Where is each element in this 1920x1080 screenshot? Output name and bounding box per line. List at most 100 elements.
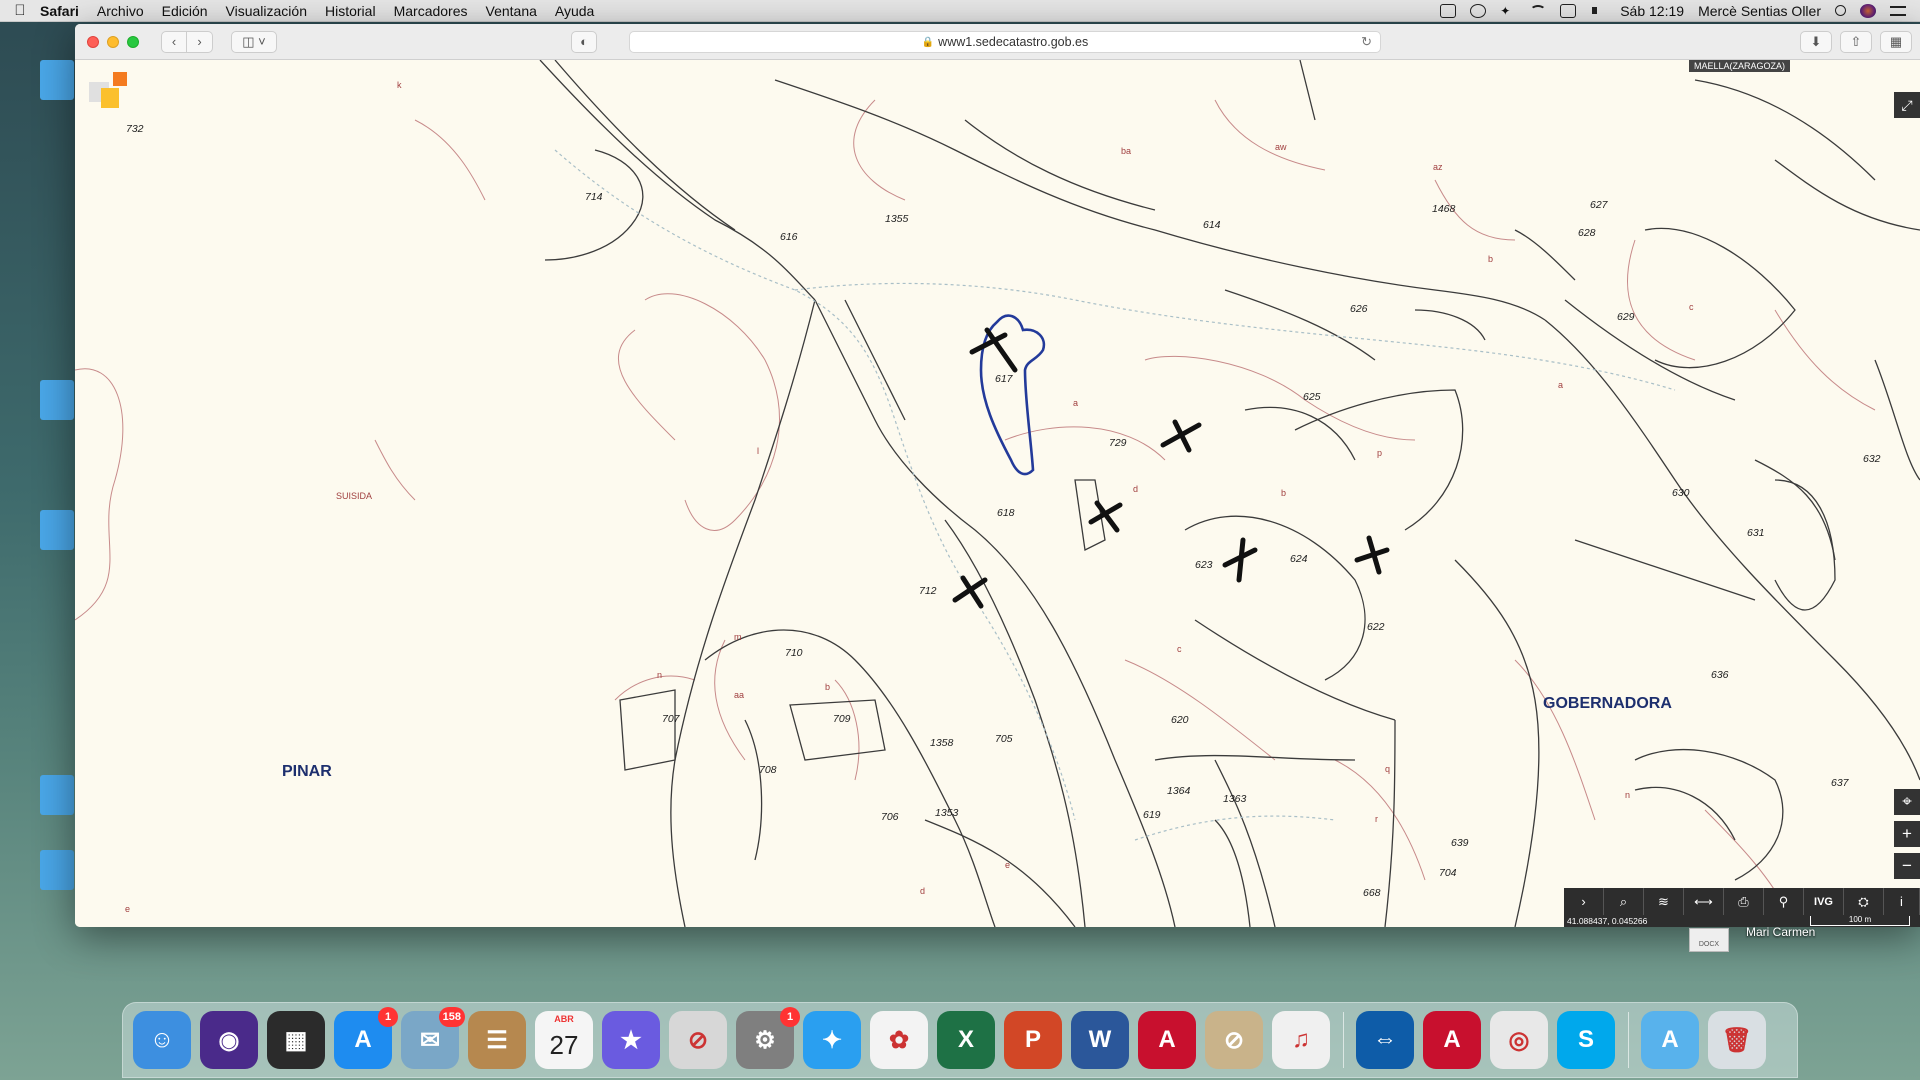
dock-acrobat-reader-icon[interactable]: A bbox=[1423, 1011, 1481, 1069]
measure-button[interactable]: ⟷ bbox=[1684, 888, 1724, 915]
desktop-folder-icon[interactable] bbox=[40, 850, 74, 890]
forward-button[interactable]: › bbox=[187, 30, 213, 53]
dock-system-preferences-icon[interactable]: ⚙ 1 bbox=[736, 1007, 800, 1069]
dock-itunes-icon[interactable]: ♫ bbox=[1272, 1011, 1330, 1069]
menu-historial[interactable]: Historial bbox=[325, 3, 376, 19]
parcel-label: 619 bbox=[1143, 809, 1161, 821]
subparcel-letter: d bbox=[920, 886, 925, 896]
desktop-docx-file-icon[interactable]: DOCX bbox=[1689, 928, 1729, 952]
menu-ayuda[interactable]: Ayuda bbox=[555, 3, 594, 19]
zoom-in-button[interactable]: + bbox=[1894, 821, 1920, 847]
volume-icon[interactable] bbox=[1590, 4, 1606, 18]
minimize-window-button[interactable] bbox=[107, 35, 119, 48]
menu-archivo[interactable]: Archivo bbox=[97, 3, 144, 19]
dock-teamviewer-icon[interactable]: ⇔ bbox=[1356, 1011, 1414, 1069]
map-toolbar: › ⌕ ≋ ⟷ ⎙ ⚲ IVG ⛭ i bbox=[1564, 888, 1920, 915]
settings-layers-button[interactable]: ⛭ bbox=[1844, 888, 1884, 915]
ivg-button[interactable]: IVG bbox=[1804, 888, 1844, 915]
menu-edicion[interactable]: Edición bbox=[162, 3, 208, 19]
parcel-label: 732 bbox=[126, 123, 144, 135]
time-machine-icon[interactable] bbox=[1470, 3, 1487, 18]
pin-button[interactable]: ⚲ bbox=[1764, 888, 1804, 915]
desktop-folder-icon[interactable] bbox=[40, 775, 74, 815]
menu-marcadores[interactable]: Marcadores bbox=[394, 3, 468, 19]
menu-visualizacion[interactable]: Visualización bbox=[226, 3, 307, 19]
parcel-label: 709 bbox=[833, 713, 851, 725]
tab-overview-button[interactable]: ▦ bbox=[1880, 31, 1912, 53]
downloads-button[interactable]: ⬇ bbox=[1800, 31, 1832, 53]
subparcel-letter: az bbox=[1433, 162, 1443, 172]
screen-icon[interactable] bbox=[1440, 3, 1457, 18]
subparcel-letter: b bbox=[1281, 488, 1286, 498]
dock-trash-icon[interactable]: 🗑 bbox=[1708, 1011, 1766, 1069]
close-window-button[interactable] bbox=[87, 35, 99, 48]
menu-ventana[interactable]: Ventana bbox=[486, 3, 537, 19]
sidebar-toggle-button[interactable]: ◫ ˅ bbox=[231, 30, 277, 53]
minus-icon: − bbox=[1902, 856, 1912, 875]
map-canvas[interactable]: 732 714 616 1355 614 1468 627 628 626 62… bbox=[75, 60, 1920, 927]
apple-menu-icon[interactable]:  bbox=[0, 2, 40, 19]
notification-badge: 158 bbox=[438, 1007, 465, 1027]
locate-button[interactable]: ⌖ bbox=[1894, 789, 1920, 815]
dock-mission-control-icon[interactable]: ▦ bbox=[267, 1011, 325, 1069]
menu-app-name[interactable]: Safari bbox=[40, 3, 79, 19]
dock-calendar-icon[interactable]: ABR 27 bbox=[535, 1011, 593, 1069]
dock-acrobat-icon[interactable]: A bbox=[1138, 1011, 1196, 1069]
user-name[interactable]: Mercè Sentias Oller bbox=[1698, 3, 1821, 19]
back-button[interactable]: ‹ bbox=[161, 30, 187, 53]
fullscreen-button[interactable]: ⤢ bbox=[1894, 92, 1920, 118]
dock-icon-glyph: 27 bbox=[549, 1029, 579, 1060]
dock-word-icon[interactable]: W bbox=[1071, 1011, 1129, 1069]
dock-finder-icon[interactable]: ☺ bbox=[133, 1011, 191, 1069]
toolbar-collapse-button[interactable]: › bbox=[1564, 888, 1604, 915]
subparcel-letter: a bbox=[1073, 398, 1078, 408]
dock-icon-glyph: ⇔ bbox=[1373, 1026, 1397, 1053]
notification-center-icon[interactable] bbox=[1890, 5, 1906, 16]
dock-mail-icon[interactable]: ✉ 158 bbox=[401, 1007, 465, 1069]
share-button[interactable]: ⇧ bbox=[1840, 31, 1872, 53]
reload-icon[interactable]: ↻ bbox=[1361, 34, 1372, 50]
dock-powerpoint-icon[interactable]: P bbox=[1004, 1011, 1062, 1069]
dock-applications-folder-icon[interactable]: A bbox=[1641, 1011, 1699, 1069]
desktop-folder-icon[interactable] bbox=[40, 60, 74, 100]
selected-parcel-outline[interactable] bbox=[979, 314, 1046, 476]
print-button[interactable]: ⎙ bbox=[1724, 888, 1764, 915]
dock-disabled-app-icon[interactable]: ⊘ bbox=[669, 1011, 727, 1069]
desktop-file-label[interactable]: Mari Carmen bbox=[1746, 925, 1815, 939]
dock-safari-icon[interactable]: ✦ bbox=[803, 1011, 861, 1069]
spotlight-icon[interactable] bbox=[1835, 5, 1846, 16]
desktop-folder-icon[interactable] bbox=[40, 380, 74, 420]
parcel-label: 707 bbox=[662, 713, 681, 725]
dock-contacts-icon[interactable]: ☰ bbox=[468, 1011, 526, 1069]
info-button[interactable]: i bbox=[1884, 888, 1920, 915]
dock-skype-icon[interactable]: S bbox=[1557, 1011, 1615, 1069]
clock[interactable]: Sáb 12:19 bbox=[1620, 3, 1684, 19]
cadastral-map[interactable]: 732 714 616 1355 614 1468 627 628 626 62… bbox=[75, 60, 1920, 927]
subparcel-letter: p bbox=[1377, 448, 1382, 458]
dock-imovie-icon[interactable]: ★ bbox=[602, 1011, 660, 1069]
subparcel-letter: n bbox=[1625, 790, 1630, 800]
dock-excel-icon[interactable]: X bbox=[937, 1011, 995, 1069]
parcel-label: 631 bbox=[1747, 527, 1765, 539]
search-button[interactable]: ⌕ bbox=[1604, 888, 1644, 915]
dock-chrome-icon[interactable]: ◎ bbox=[1490, 1011, 1548, 1069]
dock-disabled-app-2-icon[interactable]: ⊘ bbox=[1205, 1011, 1263, 1069]
battery-icon[interactable] bbox=[1560, 3, 1577, 18]
dock-icon-glyph: ⊘ bbox=[1223, 1026, 1245, 1054]
bluetooth-icon[interactable]: ✦ bbox=[1500, 4, 1516, 18]
subparcel-letter: l bbox=[757, 446, 759, 456]
parcel-label: 632 bbox=[1863, 453, 1881, 465]
maximize-window-button[interactable] bbox=[127, 35, 139, 48]
sidebar-icon: ◫ ˅ bbox=[242, 33, 266, 49]
address-bar[interactable]: 🔒 www1.sedecatastro.gob.es ↻ bbox=[629, 31, 1381, 53]
dock-siri-icon[interactable]: ◉ bbox=[200, 1011, 258, 1069]
wifi-icon[interactable] bbox=[1530, 4, 1547, 17]
dock-icon-glyph: ✉ bbox=[419, 1026, 441, 1054]
dock-app-store-icon[interactable]: A1 bbox=[334, 1007, 398, 1069]
privacy-report-button[interactable]: ◐ bbox=[571, 30, 597, 53]
dock-photos-icon[interactable]: ✿ bbox=[870, 1011, 928, 1069]
desktop-folder-icon[interactable] bbox=[40, 510, 74, 550]
layers-button[interactable]: ≋ bbox=[1644, 888, 1684, 915]
siri-icon[interactable] bbox=[1860, 3, 1876, 18]
zoom-out-button[interactable]: − bbox=[1894, 853, 1920, 879]
